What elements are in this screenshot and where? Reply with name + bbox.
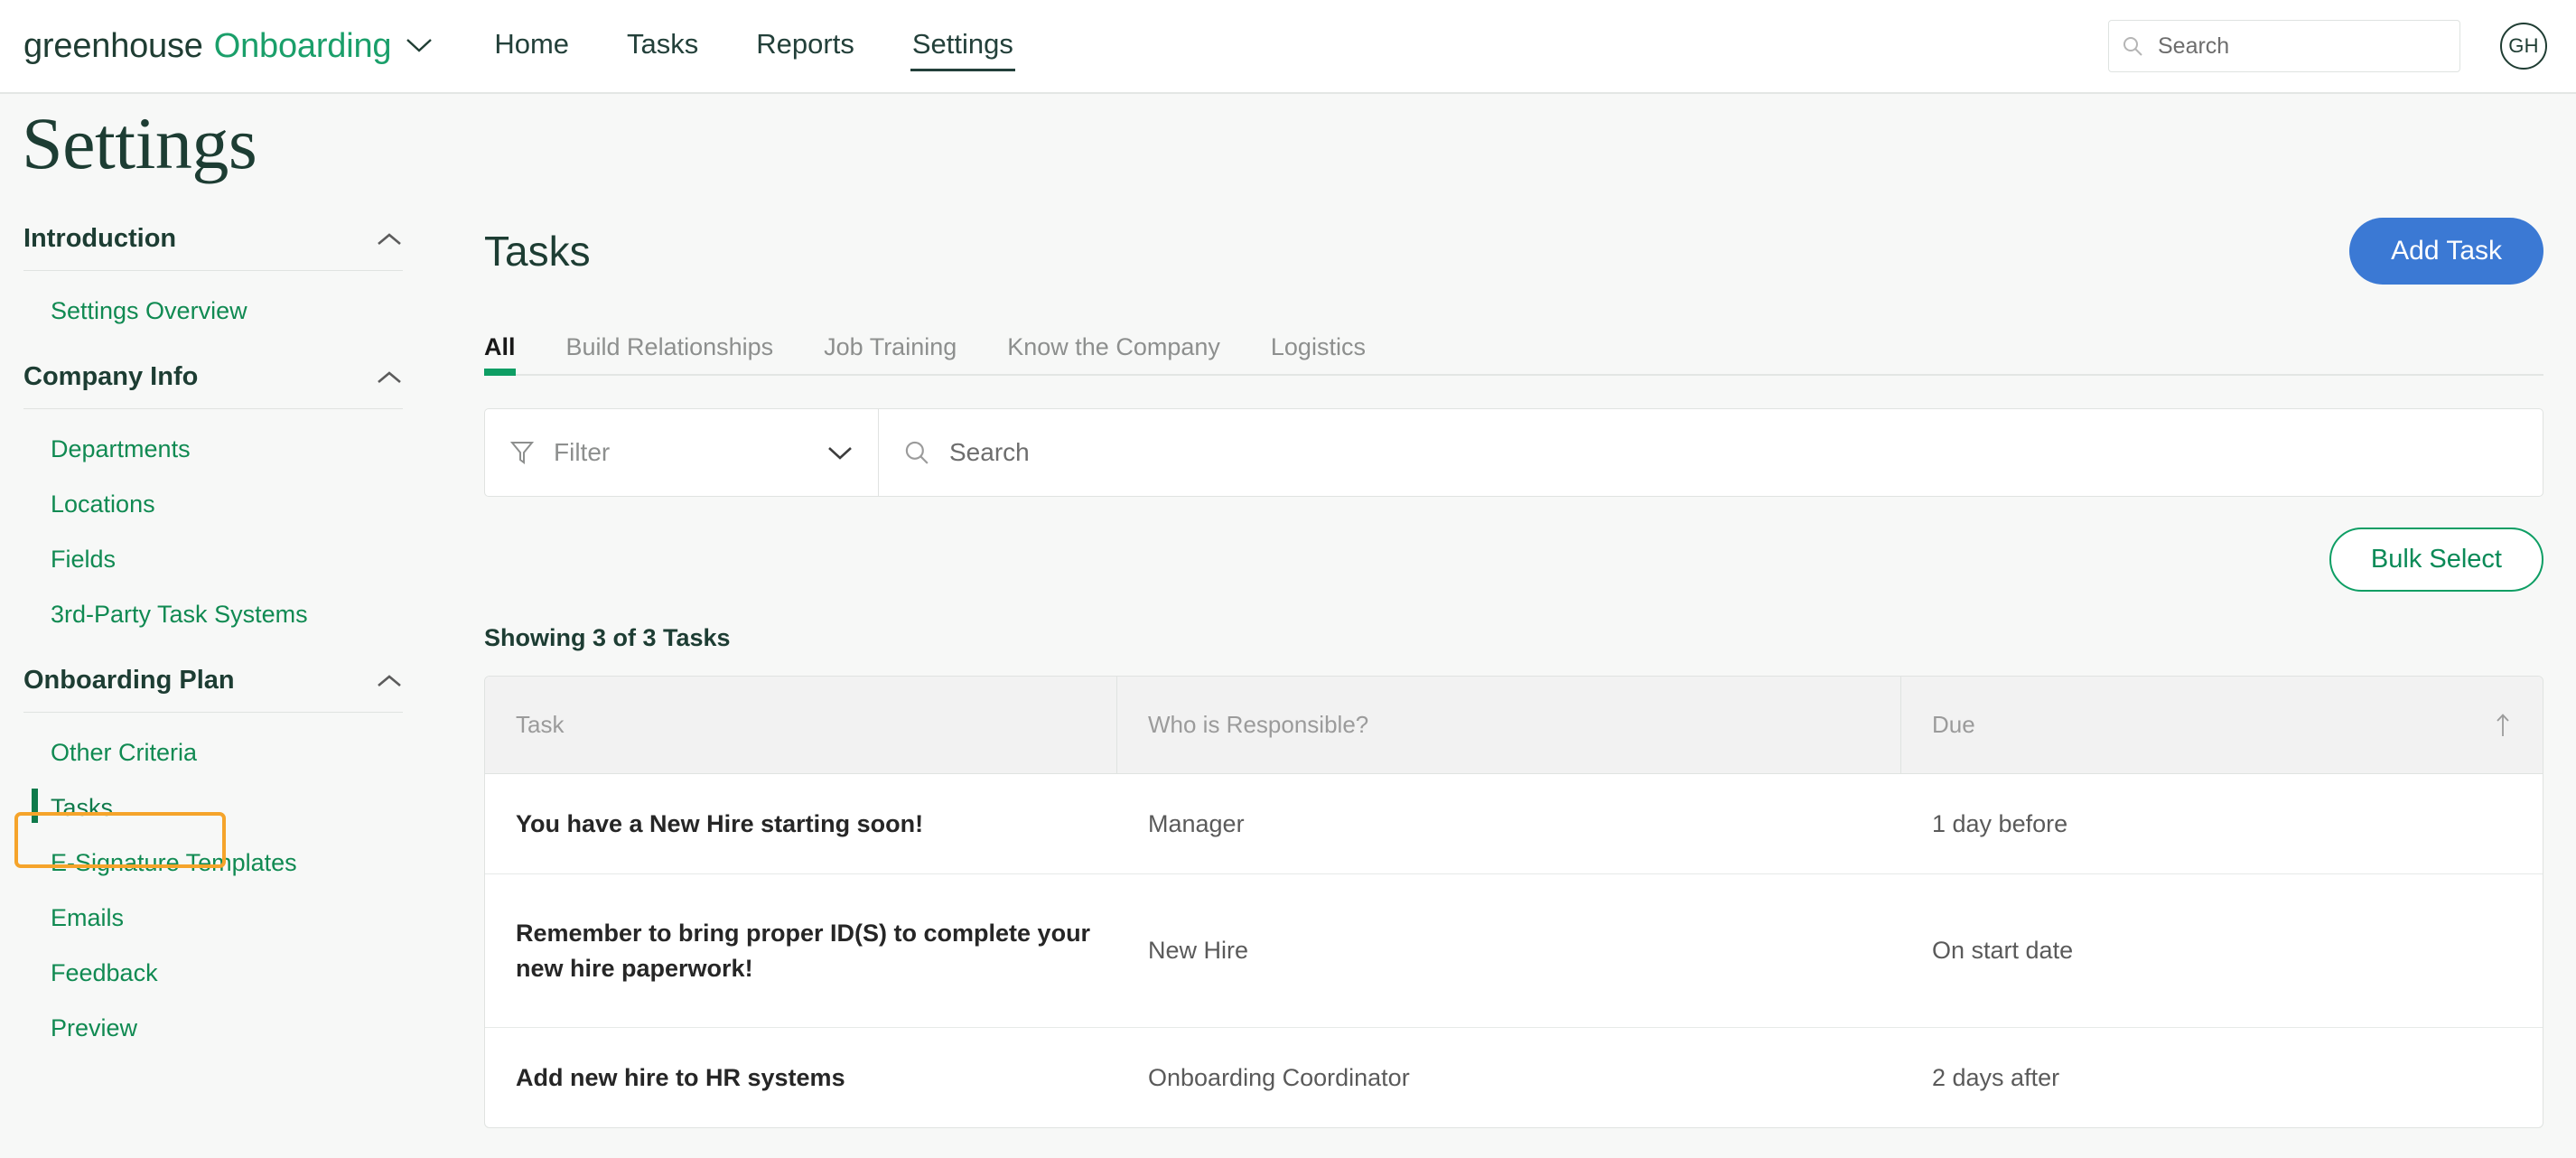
nav-item-home[interactable]: Home [492, 23, 571, 70]
sidebar-item-settings-overview[interactable]: Settings Overview [23, 284, 403, 339]
cell-task: You have a New Hire starting soon! [516, 810, 924, 837]
global-search-input[interactable]: Search [2108, 20, 2460, 72]
column-header-label: Due [1932, 711, 1975, 738]
brand-logo[interactable]: greenhouse Onboarding [23, 27, 433, 66]
main-title: Tasks [484, 228, 591, 275]
chevron-down-icon[interactable] [827, 445, 853, 461]
sidebar-item-emails[interactable]: Emails [23, 891, 403, 946]
add-task-button[interactable]: Add Task [2349, 218, 2543, 285]
global-search-placeholder: Search [2158, 33, 2230, 59]
tab-job-training[interactable]: Job Training [824, 333, 957, 374]
sidebar-item-other-criteria[interactable]: Other Criteria [23, 725, 403, 780]
sidebar-item-fields[interactable]: Fields [23, 532, 403, 587]
table-header-row: Task Who is Responsible? Due [485, 677, 2543, 774]
sidebar-section-company-info[interactable]: Company Info [23, 362, 403, 409]
filter-label: Filter [554, 438, 611, 466]
sidebar-section-title: Introduction [23, 224, 177, 253]
arrow-up-icon[interactable] [2494, 713, 2512, 738]
table-row[interactable]: Add new hire to HR systems Onboarding Co… [485, 1028, 2543, 1127]
sidebar-item-3rd-party-task-systems[interactable]: 3rd-Party Task Systems [23, 587, 403, 642]
nav-item-reports[interactable]: Reports [754, 23, 856, 70]
avatar[interactable]: GH [2500, 23, 2547, 70]
column-header-due[interactable]: Due [1901, 677, 2543, 773]
sidebar-item-preview[interactable]: Preview [23, 1001, 403, 1056]
top-navigation-bar: greenhouse Onboarding Home Tasks Reports… [0, 0, 2576, 94]
cell-task: Add new hire to HR systems [516, 1063, 845, 1091]
tasks-table: Task Who is Responsible? Due You have a … [484, 676, 2543, 1129]
cell-due: On start date [1932, 937, 2074, 965]
sidebar-item-e-signature-templates[interactable]: E-Signature Templates [23, 836, 403, 891]
chevron-up-icon[interactable] [376, 673, 403, 689]
table-row[interactable]: You have a New Hire starting soon! Manag… [485, 774, 2543, 875]
tab-all[interactable]: All [484, 333, 516, 376]
page-title: Settings [22, 102, 257, 184]
cell-responsible: New Hire [1148, 937, 1249, 965]
showing-count: Showing 3 of 3 Tasks [484, 624, 731, 651]
cell-task: Remember to bring proper ID(S) to comple… [516, 920, 1091, 982]
search-icon [904, 440, 929, 465]
tab-build-relationships[interactable]: Build Relationships [566, 333, 774, 374]
task-category-tabs: All Build Relationships Job Training Kno… [484, 322, 2543, 376]
sidebar-section-onboarding-plan[interactable]: Onboarding Plan [23, 666, 403, 713]
tab-know-the-company[interactable]: Know the Company [1007, 333, 1220, 374]
sidebar-item-locations[interactable]: Locations [23, 477, 403, 532]
chevron-down-icon[interactable] [406, 37, 433, 53]
main-content: Tasks Add Task All Build Relationships J… [484, 208, 2543, 1129]
cell-responsible: Manager [1148, 809, 1245, 837]
bulk-select-button[interactable]: Bulk Select [2329, 528, 2543, 592]
sidebar-item-feedback[interactable]: Feedback [23, 946, 403, 1001]
main-header: Tasks Add Task [484, 208, 2543, 294]
brand-name: greenhouse [23, 26, 203, 65]
nav-item-settings[interactable]: Settings [910, 23, 1015, 71]
sidebar-section-introduction[interactable]: Introduction [23, 224, 403, 271]
column-header-label: Who is Responsible? [1148, 711, 1369, 738]
sidebar-item-departments[interactable]: Departments [23, 422, 403, 477]
filter-dropdown[interactable]: Filter [485, 409, 879, 496]
column-header-task[interactable]: Task [485, 677, 1117, 773]
column-header-label: Task [516, 711, 565, 738]
search-icon [2122, 35, 2143, 57]
brand-product-name: Onboarding [213, 26, 392, 65]
chevron-up-icon[interactable] [376, 231, 403, 247]
sidebar-item-tasks[interactable]: Tasks [23, 780, 403, 836]
tab-logistics[interactable]: Logistics [1271, 333, 1366, 374]
chevron-up-icon[interactable] [376, 369, 403, 386]
settings-sidebar: Introduction Settings Overview Company I… [0, 224, 452, 1056]
top-bar-right: Search GH [2108, 20, 2547, 72]
table-row[interactable]: Remember to bring proper ID(S) to comple… [485, 874, 2543, 1028]
task-search-input[interactable]: Search [879, 409, 2543, 496]
main-nav: Home Tasks Reports Settings [492, 0, 1069, 93]
column-header-who-is-responsible[interactable]: Who is Responsible? [1117, 677, 1901, 773]
cell-due: 1 day before [1932, 809, 2068, 837]
bulk-select-row: Bulk Select [484, 528, 2543, 592]
filter-search-bar: Filter Search [484, 408, 2543, 497]
task-search-placeholder: Search [949, 438, 1030, 466]
sidebar-section-title: Onboarding Plan [23, 666, 235, 695]
sidebar-section-title: Company Info [23, 362, 199, 391]
funnel-icon [510, 440, 534, 465]
cell-responsible: Onboarding Coordinator [1148, 1063, 1410, 1091]
nav-item-tasks[interactable]: Tasks [625, 23, 700, 70]
cell-due: 2 days after [1932, 1063, 2060, 1091]
